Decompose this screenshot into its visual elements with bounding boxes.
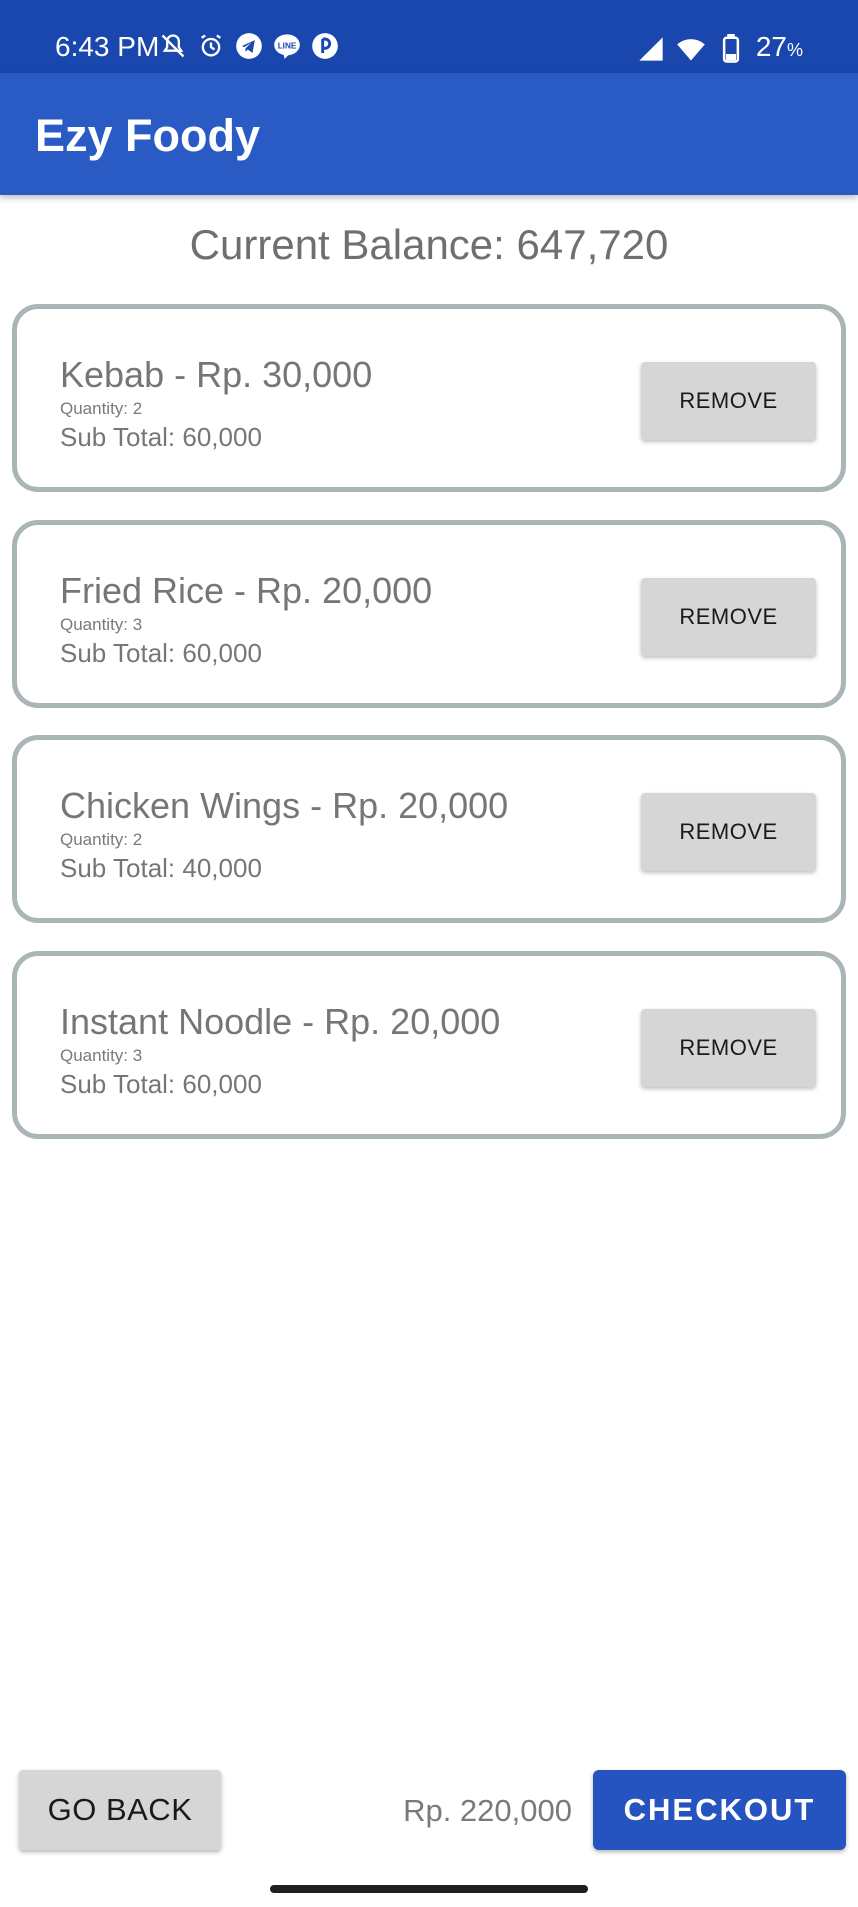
item-quantity: Quantity: 3 [60,615,143,634]
status-time: 6:43 PM [55,31,160,62]
app-icon [310,31,340,61]
mute-icon [158,31,188,61]
bottom-bar: GO BACK Rp. 220,000 CHECKOUT [0,1760,858,1860]
battery-level: 27% [755,31,803,62]
item-subtotal: Sub Total: 60,000 [60,422,262,452]
status-icons-right: 27% [636,30,803,67]
svg-text:LINE: LINE [278,41,297,50]
alarm-icon [196,31,226,61]
cart-item-card: Fried Rice - Rp. 20,000 Quantity: 3 Sub … [12,520,846,708]
status-bar: 6:43 PM LINE 27% [0,0,858,73]
item-quantity: Quantity: 2 [60,830,143,849]
remove-button[interactable]: REMOVE [641,1009,816,1087]
wifi-icon [676,34,706,64]
item-title: Instant Noodle - Rp. 20,000 [60,1001,501,1042]
home-indicator[interactable] [270,1885,588,1893]
battery-icon [716,33,746,64]
remove-button[interactable]: REMOVE [641,362,816,440]
telegram-icon [234,31,264,61]
item-quantity: Quantity: 3 [60,1046,143,1065]
item-title: Fried Rice - Rp. 20,000 [60,570,433,611]
item-subtotal: Sub Total: 60,000 [60,1069,262,1099]
app-bar: Ezy Foody [0,73,858,195]
cart-item-card: Chicken Wings - Rp. 20,000 Quantity: 2 S… [12,735,846,923]
item-subtotal: Sub Total: 60,000 [60,638,262,668]
remove-button[interactable]: REMOVE [641,793,816,871]
item-quantity: Quantity: 2 [60,399,143,418]
remove-button[interactable]: REMOVE [641,578,816,656]
go-back-button[interactable]: GO BACK [19,1770,221,1850]
cart-item-card: Instant Noodle - Rp. 20,000 Quantity: 3 … [12,951,846,1139]
item-title: Kebab - Rp. 30,000 [60,354,373,395]
app-title: Ezy Foody [35,110,261,161]
signal-icon [636,34,666,64]
current-balance: Current Balance: 647,720 [189,221,669,268]
line-icon: LINE [272,31,302,61]
cart-item-card: Kebab - Rp. 30,000 Quantity: 2 Sub Total… [12,304,846,492]
item-subtotal: Sub Total: 40,000 [60,853,262,883]
cart-total: Rp. 220,000 [403,1793,572,1828]
checkout-button[interactable]: CHECKOUT [593,1770,846,1850]
status-icons-left: LINE [158,31,340,61]
item-title: Chicken Wings - Rp. 20,000 [60,785,509,826]
